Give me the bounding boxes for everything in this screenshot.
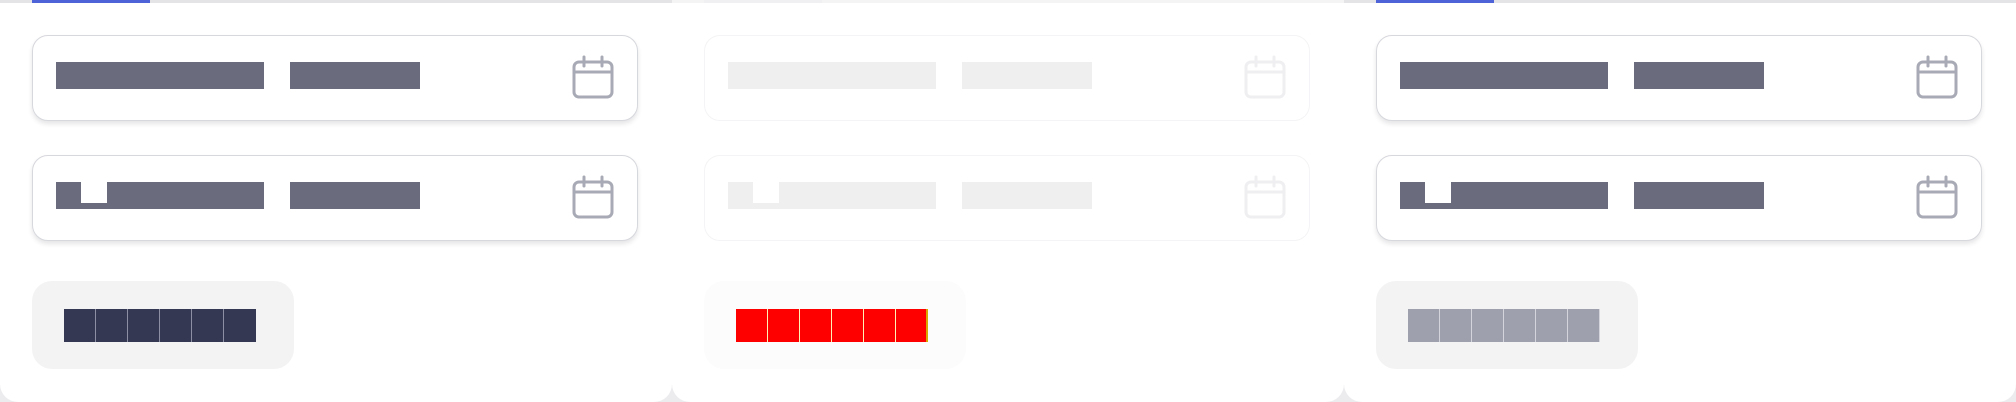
calendar-icon bbox=[1243, 55, 1287, 101]
verification-code-input[interactable] bbox=[64, 309, 256, 342]
preview-panel-alt bbox=[1344, 0, 2016, 402]
preview-panel-default bbox=[0, 0, 672, 402]
date-value-skeleton-end bbox=[1634, 182, 1764, 209]
date-range-input[interactable] bbox=[1376, 35, 1982, 121]
code-cell[interactable] bbox=[768, 309, 800, 342]
code-cell[interactable] bbox=[224, 309, 256, 342]
date-value-skeleton-start bbox=[1400, 62, 1608, 89]
date-value-skeleton-end bbox=[1634, 62, 1764, 89]
date-value-skeleton-start bbox=[1400, 182, 1608, 209]
code-cell[interactable] bbox=[1440, 309, 1472, 342]
date-range-input-disabled bbox=[704, 155, 1310, 241]
component-preview-stage bbox=[0, 0, 2016, 402]
active-tab-indicator bbox=[1376, 0, 1494, 3]
verification-code-card bbox=[704, 281, 966, 369]
code-cell[interactable] bbox=[1472, 309, 1504, 342]
code-cell[interactable] bbox=[1408, 309, 1440, 342]
code-cell[interactable] bbox=[864, 309, 896, 342]
date-value-skeleton-end bbox=[290, 182, 420, 209]
code-cell[interactable] bbox=[896, 309, 928, 342]
verification-code-card bbox=[32, 281, 294, 369]
calendar-icon[interactable] bbox=[1915, 55, 1959, 101]
preview-panel-disabled bbox=[672, 0, 1344, 402]
calendar-icon bbox=[1243, 175, 1287, 221]
date-value-skeleton-end bbox=[290, 62, 420, 89]
date-value-skeleton-start bbox=[728, 182, 936, 209]
cursor-notch bbox=[81, 182, 107, 203]
code-cell[interactable] bbox=[1504, 309, 1536, 342]
date-range-input[interactable] bbox=[32, 155, 638, 241]
code-cell[interactable] bbox=[1536, 309, 1568, 342]
verification-code-input[interactable] bbox=[1408, 309, 1600, 342]
inactive-tab-indicator bbox=[704, 0, 822, 3]
code-cell[interactable] bbox=[832, 309, 864, 342]
active-tab-indicator bbox=[32, 0, 150, 3]
calendar-icon[interactable] bbox=[571, 55, 615, 101]
date-value-skeleton-start bbox=[56, 182, 264, 209]
code-cell[interactable] bbox=[1568, 309, 1600, 342]
date-value-skeleton-start bbox=[728, 62, 936, 89]
date-value-skeleton-end bbox=[962, 62, 1092, 89]
code-cell[interactable] bbox=[96, 309, 128, 342]
date-value-skeleton-end bbox=[962, 182, 1092, 209]
verification-code-input-error[interactable] bbox=[736, 309, 928, 342]
code-cell[interactable] bbox=[800, 309, 832, 342]
code-cell[interactable] bbox=[128, 309, 160, 342]
date-value-skeleton-start bbox=[56, 62, 264, 89]
cursor-notch bbox=[1425, 182, 1451, 203]
date-range-input[interactable] bbox=[32, 35, 638, 121]
cursor-notch bbox=[753, 182, 779, 203]
date-range-input[interactable] bbox=[1376, 155, 1982, 241]
code-cell[interactable] bbox=[192, 309, 224, 342]
code-cell[interactable] bbox=[160, 309, 192, 342]
calendar-icon[interactable] bbox=[1915, 175, 1959, 221]
code-cell[interactable] bbox=[736, 309, 768, 342]
code-cell[interactable] bbox=[64, 309, 96, 342]
date-range-input-disabled bbox=[704, 35, 1310, 121]
calendar-icon[interactable] bbox=[571, 175, 615, 221]
verification-code-card bbox=[1376, 281, 1638, 369]
